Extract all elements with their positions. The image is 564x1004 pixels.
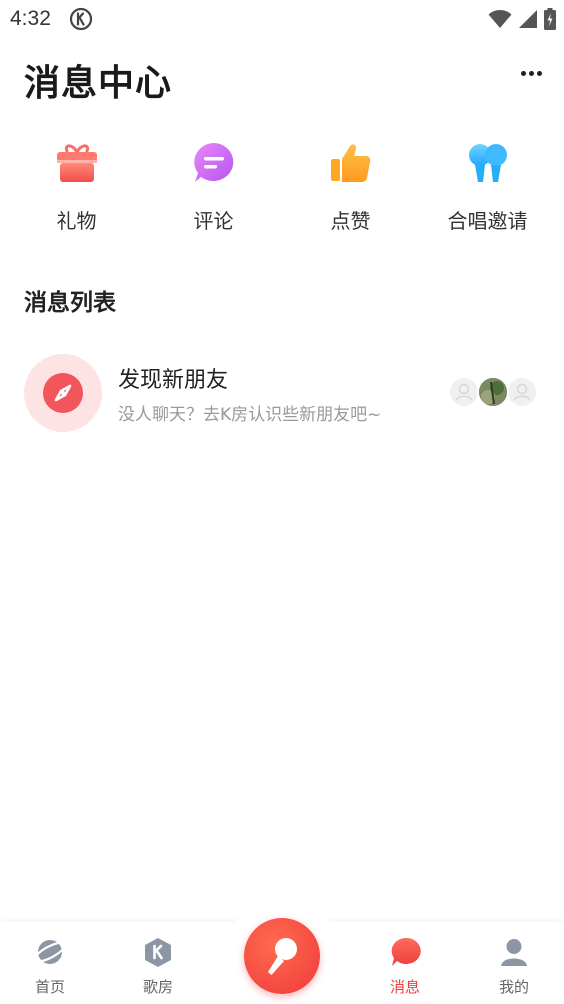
compass-icon [43,373,83,413]
message-subtitle: 没人聊天？去K房认识些新朋友吧~ [118,405,382,425]
tab-label: 首页 [34,978,65,996]
tab-label: 我的 [498,978,529,996]
profile-icon [498,936,530,968]
category-duet-invite[interactable]: 合唱邀请 [419,138,556,238]
thumbs-up-icon [326,138,376,188]
k-app-notification-icon [69,7,93,31]
more-dot-icon [528,70,534,76]
k-room-icon [142,936,174,968]
cell-signal-icon [519,10,537,28]
category-label: 礼物 [56,209,97,233]
status-bar: 4:32 [0,0,564,38]
category-comment[interactable]: 评论 [145,138,282,238]
tab-home[interactable]: 首页 [0,922,100,1004]
list-item-discover-friends[interactable]: 发现新朋友 没人聊天？去K房认识些新朋友吧~ [0,350,564,438]
tab-profile[interactable]: 我的 [464,922,564,1004]
category-gift[interactable]: 礼物 [8,138,145,238]
friend-avatars [448,376,538,408]
status-indicators [488,8,556,30]
friend-avatar-placeholder [448,376,480,408]
page-title: 消息中心 [24,63,173,104]
duet-invite-icon [463,138,513,188]
chat-bubble-icon [389,936,421,968]
tab-label: 消息 [389,978,420,996]
sing-button[interactable] [244,918,320,994]
more-dot-icon [520,70,526,76]
section-title: 消息列表 [24,290,116,316]
planet-icon [33,936,67,968]
category-label: 合唱邀请 [447,209,528,233]
comment-icon [189,138,239,188]
category-label: 点赞 [330,209,371,233]
friend-avatar-photo [477,376,509,408]
tab-k-room[interactable]: 歌房 [108,922,208,1004]
tab-messages[interactable]: 消息 [355,922,455,1004]
wifi-icon [488,10,512,28]
microphone-icon [262,934,302,978]
avatar [24,354,102,432]
tab-label: 歌房 [142,978,173,996]
message-title: 发现新朋友 [118,368,229,393]
friend-avatar-placeholder [506,376,538,408]
category-like[interactable]: 点赞 [282,138,419,238]
battery-icon [544,8,556,30]
more-dot-icon [536,70,542,76]
gift-icon [52,138,102,188]
message-categories: 礼物 评论 点赞 合唱邀请 [0,138,564,238]
more-options-button[interactable] [516,62,546,84]
status-time: 4:32 [10,7,51,30]
category-label: 评论 [193,209,234,233]
